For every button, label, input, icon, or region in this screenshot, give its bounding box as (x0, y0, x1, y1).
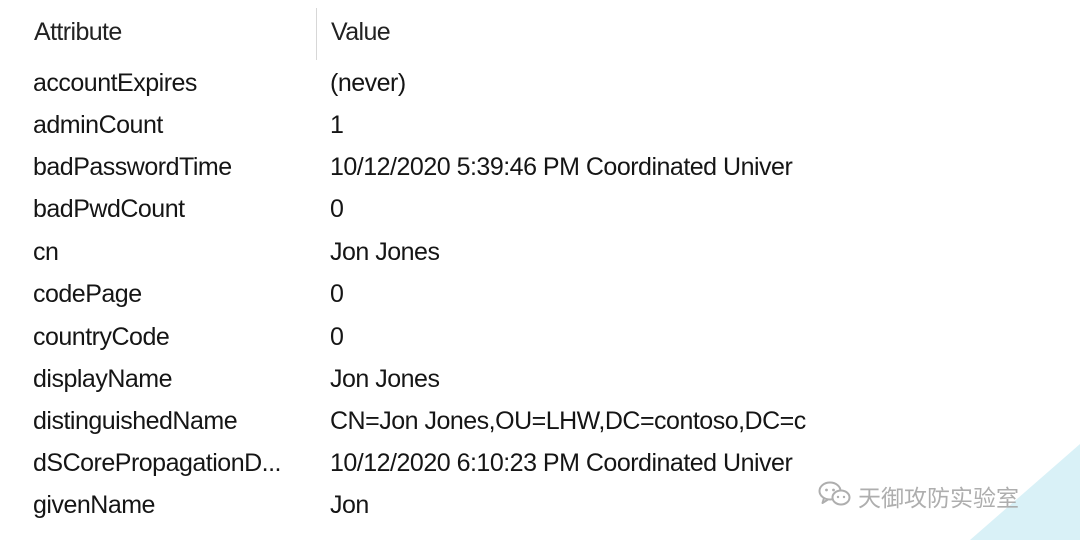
attribute-value: 10/12/2020 6:10:23 PM Coordinated Univer (330, 449, 793, 477)
table-row[interactable]: adminCount 1 (0, 106, 860, 148)
attribute-value: Jon (330, 491, 369, 519)
attribute-value: 0 (330, 195, 344, 223)
watermark: 天御攻防实验室 (818, 479, 1019, 513)
attribute-name: accountExpires (33, 69, 197, 97)
wechat-icon (818, 480, 852, 513)
attribute-name: distinguishedName (33, 407, 238, 435)
table-row[interactable]: badPwdCount 0 (0, 190, 860, 232)
attribute-name: givenName (33, 491, 155, 519)
table-row[interactable]: accountExpires (never) (0, 64, 860, 106)
attribute-value: 10/12/2020 5:39:46 PM Coordinated Univer (330, 153, 793, 181)
table-row[interactable]: distinguishedName CN=Jon Jones,OU=LHW,DC… (0, 402, 860, 444)
attribute-value: 0 (330, 280, 344, 308)
table-row[interactable]: badPasswordTime 10/12/2020 5:39:46 PM Co… (0, 148, 860, 190)
attribute-value: CN=Jon Jones,OU=LHW,DC=contoso,DC=c (330, 407, 806, 435)
attribute-value: (never) (330, 69, 406, 97)
attribute-name: cn (33, 238, 59, 266)
attribute-table: Attribute Value accountExpires (never) a… (0, 0, 860, 540)
table-row[interactable]: displayName Jon Jones (0, 360, 860, 402)
column-header-attribute[interactable]: Attribute (34, 18, 122, 47)
attribute-name: countryCode (33, 323, 170, 351)
attribute-name: badPwdCount (33, 195, 185, 223)
table-row[interactable]: countryCode 0 (0, 318, 860, 360)
attribute-name: dSCorePropagationD... (33, 449, 281, 477)
attribute-name: adminCount (33, 111, 163, 139)
column-divider[interactable] (316, 8, 317, 60)
table-header: Attribute Value (0, 0, 860, 64)
table-row[interactable]: cn Jon Jones (0, 233, 860, 275)
attribute-name: badPasswordTime (33, 153, 232, 181)
attribute-name: displayName (33, 365, 173, 393)
attribute-editor: Attribute Value accountExpires (never) a… (0, 0, 1080, 540)
attribute-value: 0 (330, 323, 344, 351)
table-row[interactable]: dSCorePropagationD... 10/12/2020 6:10:23… (0, 444, 860, 486)
watermark-text: 天御攻防实验室 (858, 486, 1019, 512)
attribute-value: Jon Jones (330, 238, 440, 266)
attribute-value: 1 (330, 111, 344, 139)
table-row[interactable]: givenName Jon (0, 486, 860, 528)
column-header-value[interactable]: Value (331, 18, 391, 47)
attribute-name: codePage (33, 280, 142, 308)
table-row[interactable]: codePage 0 (0, 275, 860, 317)
attribute-value: Jon Jones (330, 365, 440, 393)
